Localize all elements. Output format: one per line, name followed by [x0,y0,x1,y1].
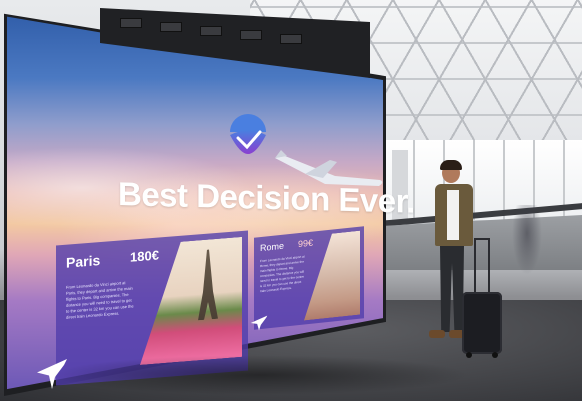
brand-logo-icon [230,114,266,154]
suitcase-wheel [466,352,472,358]
vent [120,18,142,28]
card-price: 180€ [130,247,159,265]
card-price: 99€ [298,237,314,250]
shoe [429,330,445,338]
shirt [447,190,459,240]
billboard-headline: Best Decision Ever. [118,174,415,220]
vent [200,26,222,36]
airplane-icon [250,315,268,331]
card-city: Paris [66,252,101,271]
suitcase [462,292,502,354]
vent [160,22,182,32]
airport-scene: Best Decision Ever. Paris 180€ From Leon… [0,0,582,401]
vent [240,30,262,40]
background-traveler [512,205,542,275]
legs [440,246,464,332]
card-city: Rome [260,240,285,254]
card-description: From Leonardo da Vinci airport at Rome, … [260,254,305,294]
vent [280,34,302,44]
hair [440,160,462,170]
card-description: From Leonardo da Vinci airport at Paris,… [66,280,134,320]
suitcase-handle [474,238,490,294]
eiffel-tower [198,249,218,321]
floor-shadow [50,355,470,395]
destination-card-rome: Rome 99€ From Leonardo da Vinci airport … [254,226,364,330]
suitcase-wheel [492,352,498,358]
